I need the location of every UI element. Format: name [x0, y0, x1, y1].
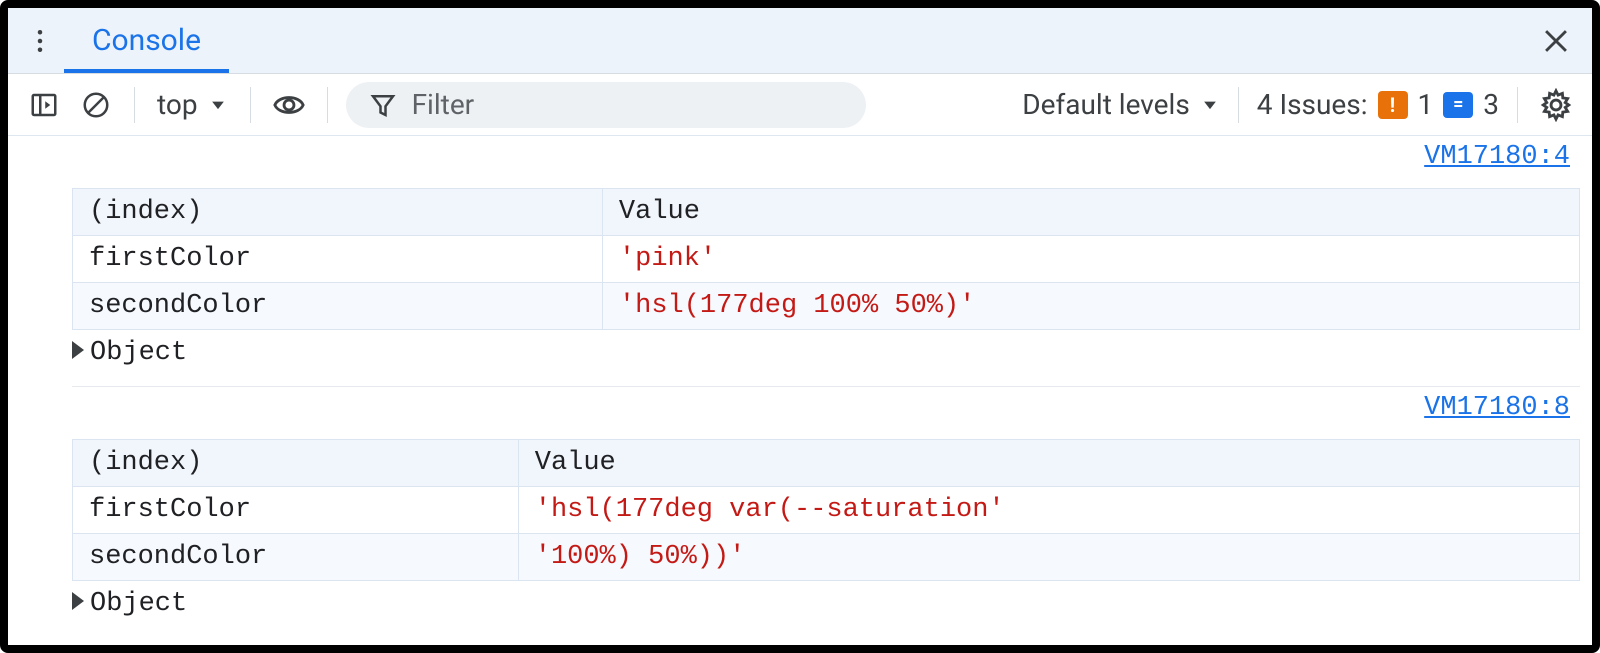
table-row: firstColor 'hsl(177deg var(--saturation': [73, 487, 1580, 534]
issues-warn-count: 1: [1418, 88, 1434, 121]
clear-console-button[interactable]: [76, 85, 116, 125]
source-link[interactable]: VM17180:8: [1424, 393, 1570, 423]
table-row: (index) Value: [73, 189, 1580, 236]
tab-label: Console: [92, 23, 201, 58]
cell-value[interactable]: 'hsl(177deg 100% 50%)': [602, 283, 1579, 330]
console-toolbar: top Filter Default levels: [8, 74, 1592, 136]
table-header-index[interactable]: (index): [73, 189, 603, 236]
expand-triangle-icon: [72, 338, 84, 368]
eye-icon: [272, 88, 306, 122]
cell-value[interactable]: 'hsl(177deg var(--saturation': [518, 487, 1579, 534]
clear-icon: [81, 90, 111, 120]
devtools-window: Console top: [0, 0, 1600, 653]
separator: [250, 87, 251, 123]
table-header-value[interactable]: Value: [602, 189, 1579, 236]
gear-icon: [1539, 88, 1573, 122]
table-row: firstColor 'pink': [73, 236, 1580, 283]
expand-triangle-icon: [72, 589, 84, 619]
cell-key[interactable]: secondColor: [73, 534, 519, 581]
kebab-icon: [25, 26, 55, 56]
filter-input[interactable]: Filter: [346, 82, 866, 128]
tabs-bar: Console: [8, 8, 1592, 74]
table-row: secondColor '100%) 50%))': [73, 534, 1580, 581]
console-output: VM17180:4 (index) Value firstColor 'pink…: [8, 136, 1592, 645]
filter-icon: [368, 90, 398, 120]
table-row: (index) Value: [73, 440, 1580, 487]
sidebar-icon: [29, 90, 59, 120]
levels-label: Default levels: [1022, 88, 1190, 121]
cell-value[interactable]: '100%) 50%))': [518, 534, 1579, 581]
table-row: secondColor 'hsl(177deg 100% 50%)': [73, 283, 1580, 330]
live-expression-button[interactable]: [269, 85, 309, 125]
context-label: top: [157, 88, 198, 121]
issues-counter[interactable]: 4 Issues: ! 1 = 3: [1257, 88, 1499, 121]
object-expander[interactable]: Object: [72, 338, 1580, 368]
cell-value[interactable]: 'pink': [602, 236, 1579, 283]
console-table: (index) Value firstColor 'pink' secondCo…: [72, 188, 1580, 330]
warning-badge-icon: !: [1378, 91, 1408, 119]
kebab-menu-button[interactable]: [16, 8, 64, 73]
cell-key[interactable]: firstColor: [73, 236, 603, 283]
issues-label: 4 Issues:: [1257, 88, 1368, 121]
object-expander[interactable]: Object: [72, 589, 1580, 619]
separator: [1238, 87, 1239, 123]
table-header-value[interactable]: Value: [518, 440, 1579, 487]
close-devtools-button[interactable]: [1536, 8, 1576, 73]
separator: [134, 87, 135, 123]
chevron-down-icon: [208, 95, 228, 115]
toggle-sidebar-button[interactable]: [24, 85, 64, 125]
chevron-down-icon: [1200, 95, 1220, 115]
separator: [327, 87, 328, 123]
object-label: Object: [90, 338, 187, 368]
execution-context-selector[interactable]: top: [153, 88, 232, 121]
console-message: VM17180:4 (index) Value firstColor 'pink…: [72, 136, 1580, 387]
filter-placeholder: Filter: [412, 88, 475, 121]
console-message: VM17180:8 (index) Value firstColor 'hsl(…: [72, 387, 1580, 637]
object-label: Object: [90, 589, 187, 619]
tab-console[interactable]: Console: [64, 8, 229, 73]
console-table: (index) Value firstColor 'hsl(177deg var…: [72, 439, 1580, 581]
log-levels-selector[interactable]: Default levels: [1022, 88, 1220, 121]
console-settings-button[interactable]: [1536, 85, 1576, 125]
close-icon: [1539, 24, 1573, 58]
issues-info-count: 3: [1483, 88, 1499, 121]
cell-key[interactable]: firstColor: [73, 487, 519, 534]
source-link[interactable]: VM17180:4: [1424, 142, 1570, 172]
info-badge-icon: =: [1443, 92, 1473, 118]
table-header-index[interactable]: (index): [73, 440, 519, 487]
separator: [1517, 87, 1518, 123]
cell-key[interactable]: secondColor: [73, 283, 603, 330]
